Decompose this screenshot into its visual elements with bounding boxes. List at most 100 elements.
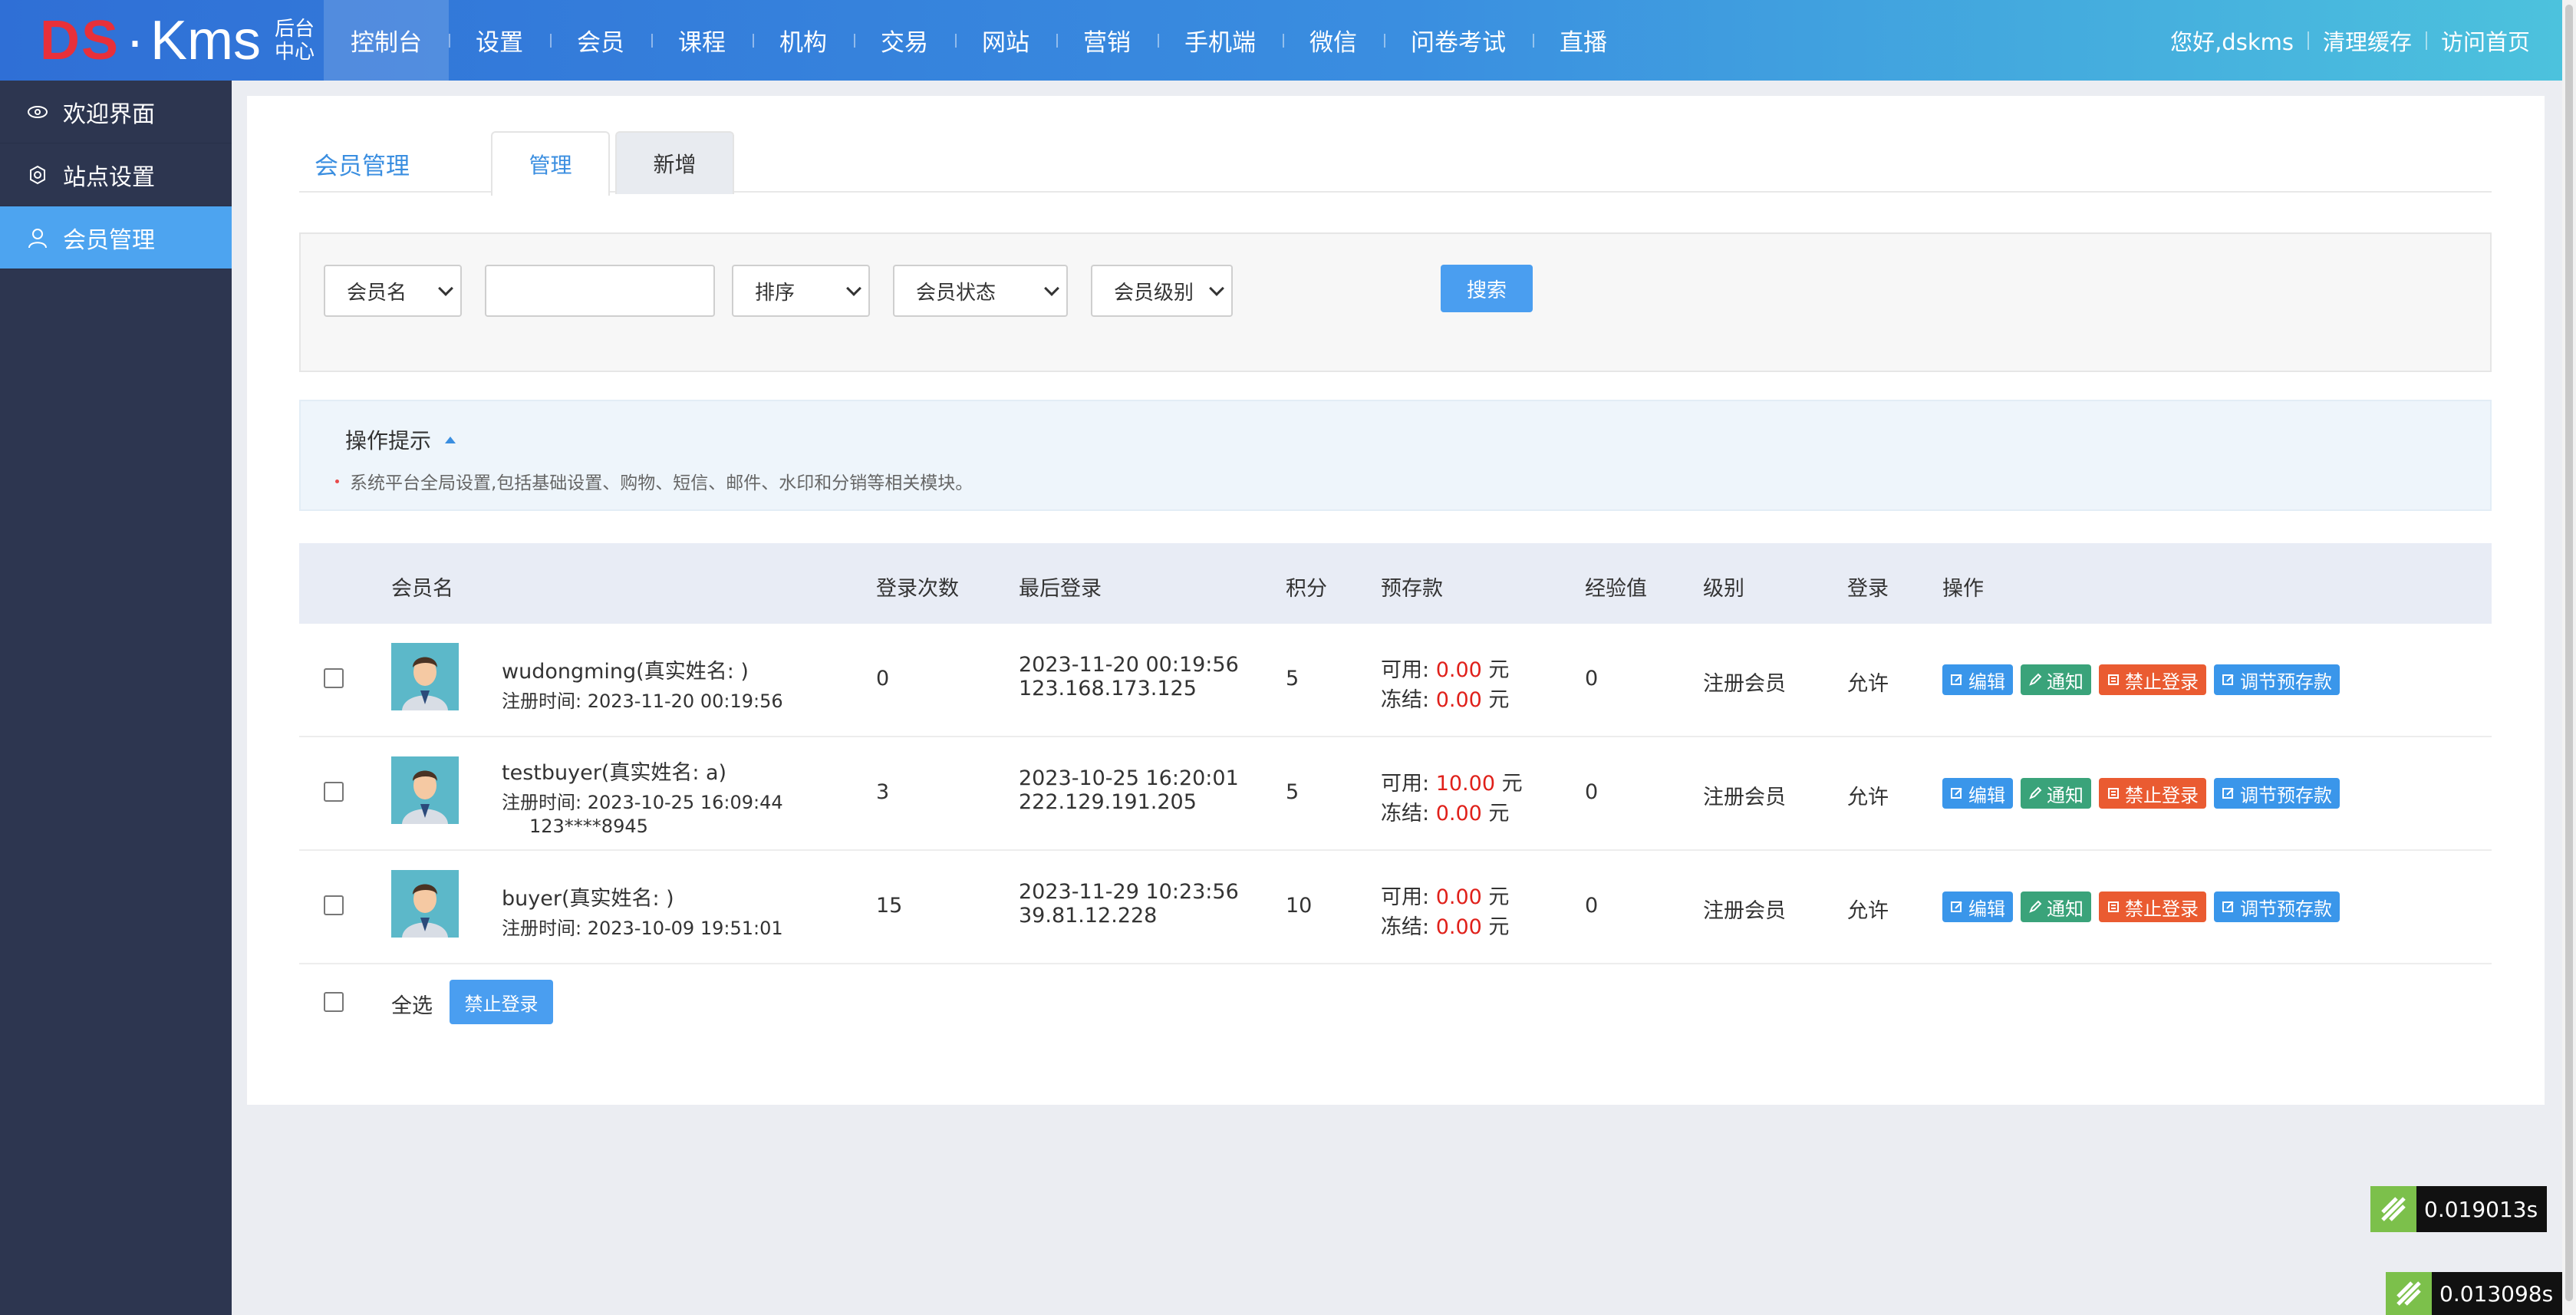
notify-button[interactable]: 通知 xyxy=(2021,664,2091,695)
last-login-cell: 2023-10-25 16:20:01 222.129.191.205 xyxy=(1019,766,1239,814)
notify-label: 通知 xyxy=(2047,784,2084,806)
nav-label: 会员 xyxy=(577,29,624,57)
adjust-deposit-button[interactable]: 调节预存款 xyxy=(2214,778,2340,809)
member-name-cell: testbuyer(真实姓名: a) 注册时间: 2023-10-25 16:0… xyxy=(502,756,783,837)
nav-item-institutions[interactable]: 机构 xyxy=(753,0,854,81)
page-title: 会员管理 xyxy=(315,153,410,180)
nav-item-dashboard[interactable]: 控制台 xyxy=(324,0,449,81)
deposit-cell: 可用: 0.00 元 冻结: 0.00 元 xyxy=(1381,653,1509,713)
member-name[interactable]: testbuyer(真实姓名: a) xyxy=(502,756,783,786)
member-level: 注册会员 xyxy=(1703,899,1786,923)
login-status: 允许 xyxy=(1847,899,1889,923)
nav-item-trade[interactable]: 交易 xyxy=(854,0,955,81)
row-checkbox[interactable] xyxy=(324,668,344,688)
adjust-deposit-button[interactable]: 调节预存款 xyxy=(2214,664,2340,695)
tab-manage[interactable]: 管理 xyxy=(491,131,610,196)
ban-login-label: 禁止登录 xyxy=(2125,898,2199,920)
register-time: 注册时间: 2023-10-25 16:09:44 xyxy=(502,792,783,813)
row-checkbox[interactable] xyxy=(324,782,344,802)
nav-item-courses[interactable]: 课程 xyxy=(651,0,753,81)
nav-separator xyxy=(1056,34,1058,48)
field-select[interactable]: 会员名 xyxy=(324,265,462,317)
nav-label: 控制台 xyxy=(351,29,422,57)
last-login-ip: 39.81.12.228 xyxy=(1019,904,1158,928)
notify-button[interactable]: 通知 xyxy=(2021,778,2091,809)
edit-button[interactable]: 编辑 xyxy=(1942,891,2013,922)
visit-home-link[interactable]: 访问首页 xyxy=(2441,25,2530,57)
chevron-down-icon xyxy=(1044,281,1059,296)
ban-login-button[interactable]: 禁止登录 xyxy=(2099,891,2206,922)
member-name[interactable]: wudongming(真实姓名: ) xyxy=(502,654,783,684)
nav-item-wechat[interactable]: 微信 xyxy=(1283,0,1384,81)
edit-button[interactable]: 编辑 xyxy=(1942,778,2013,809)
nav-item-members[interactable]: 会员 xyxy=(550,0,651,81)
keyword-input[interactable] xyxy=(485,265,715,317)
row-checkbox[interactable] xyxy=(324,895,344,915)
adjust-deposit-label: 调节预存款 xyxy=(2240,671,2332,693)
sidebar: 欢迎界面 站点设置 会员管理 xyxy=(0,81,232,1315)
ban-login-button[interactable]: 禁止登录 xyxy=(2099,778,2206,809)
points-value: 10 xyxy=(1286,894,1313,918)
select-all-label[interactable]: 全选 xyxy=(391,989,433,1019)
bulk-ban-login-button[interactable]: 禁止登录 xyxy=(450,980,553,1024)
chevron-down-icon xyxy=(846,281,861,296)
operation-tips: 操作提示 系统平台全局设置,包括基础设置、购物、短信、邮件、水印和分销等相关模块… xyxy=(299,400,2492,511)
logo-dot: · xyxy=(126,10,145,71)
available-label: 可用: xyxy=(1381,658,1430,682)
logo[interactable]: DS · Kms 后台 中心 xyxy=(40,6,321,75)
column-header-logins: 登录次数 xyxy=(876,577,959,601)
ban-icon xyxy=(2108,901,2119,912)
member-status-select[interactable]: 会员状态 xyxy=(893,265,1068,317)
sidebar-item-member-management[interactable]: 会员管理 xyxy=(0,206,232,269)
adjust-deposit-button[interactable]: 调节预存款 xyxy=(2214,891,2340,922)
clear-cache-link[interactable]: 清理缓存 xyxy=(2323,25,2412,57)
nav-item-website[interactable]: 网站 xyxy=(955,0,1056,81)
member-name[interactable]: buyer(真实姓名: ) xyxy=(502,882,783,911)
nav-item-mobile[interactable]: 手机端 xyxy=(1158,0,1283,81)
member-name-cell: wudongming(真实姓名: ) 注册时间: 2023-11-20 00:1… xyxy=(502,654,783,713)
column-header-login: 登录 xyxy=(1847,577,1889,601)
currency-unit: 元 xyxy=(1488,915,1510,939)
exp-value: 0 xyxy=(1585,780,1599,804)
nav-item-survey-exam[interactable]: 问卷考试 xyxy=(1384,0,1533,81)
sort-select[interactable]: 排序 xyxy=(732,265,870,317)
ban-login-button[interactable]: 禁止登录 xyxy=(2099,664,2206,695)
search-button[interactable]: 搜索 xyxy=(1441,265,1533,312)
sidebar-item-site-settings[interactable]: 站点设置 xyxy=(0,143,232,206)
nav-label: 微信 xyxy=(1309,29,1357,57)
member-level-select[interactable]: 会员级别 xyxy=(1091,265,1233,317)
nav-item-live[interactable]: 直播 xyxy=(1533,0,1634,81)
nav-label: 设置 xyxy=(476,29,523,57)
search-form: 会员名 排序 会员状态 会员级别 搜索 xyxy=(299,232,2492,372)
tips-toggle[interactable]: 操作提示 xyxy=(345,424,456,455)
sidebar-item-label: 站点设置 xyxy=(63,163,155,191)
column-header-points: 积分 xyxy=(1286,577,1327,601)
scrollbar-thumb[interactable] xyxy=(2565,5,2573,1301)
row-actions: 编辑 通知 禁止登录 调节预存款 xyxy=(1942,778,2347,809)
user-greeting[interactable]: 您好,dskms xyxy=(2170,25,2294,57)
table-header: 会员名 登录次数 最后登录 积分 预存款 经验值 级别 登录 操作 xyxy=(299,543,2492,624)
page-scrollbar[interactable] xyxy=(2562,0,2576,1315)
column-header-deposit: 预存款 xyxy=(1381,577,1443,601)
nav-item-marketing[interactable]: 营销 xyxy=(1056,0,1158,81)
last-login-cell: 2023-11-29 10:23:56 39.81.12.228 xyxy=(1019,880,1239,928)
adjust-deposit-label: 调节预存款 xyxy=(2240,784,2332,806)
member-status-select-value: 会员状态 xyxy=(916,281,996,305)
table-row: wudongming(真实姓名: ) 注册时间: 2023-11-20 00:1… xyxy=(299,624,2492,737)
notify-button[interactable]: 通知 xyxy=(2021,891,2091,922)
top-navbar: DS · Kms 后台 中心 控制台 设置 会员 课程 机构 交易 网站 营销 … xyxy=(0,0,2562,81)
nav-item-settings[interactable]: 设置 xyxy=(449,0,550,81)
deposit-cell: 可用: 0.00 元 冻结: 0.00 元 xyxy=(1381,880,1509,940)
login-count: 3 xyxy=(876,780,890,804)
tips-text: 系统平台全局设置,包括基础设置、购物、短信、邮件、水印和分销等相关模块。 xyxy=(350,473,973,493)
ban-icon xyxy=(2108,788,2119,799)
last-login-time: 2023-10-25 16:20:01 xyxy=(1019,766,1239,790)
last-login-ip: 222.129.191.205 xyxy=(1019,790,1197,814)
member-level: 注册会员 xyxy=(1703,786,1786,809)
edit-button[interactable]: 编辑 xyxy=(1942,664,2013,695)
sidebar-item-welcome[interactable]: 欢迎界面 xyxy=(0,81,232,143)
nav-label: 课程 xyxy=(678,29,726,57)
tab-add[interactable]: 新增 xyxy=(615,131,734,194)
select-all-checkbox[interactable] xyxy=(324,992,344,1012)
separator xyxy=(2425,31,2427,50)
